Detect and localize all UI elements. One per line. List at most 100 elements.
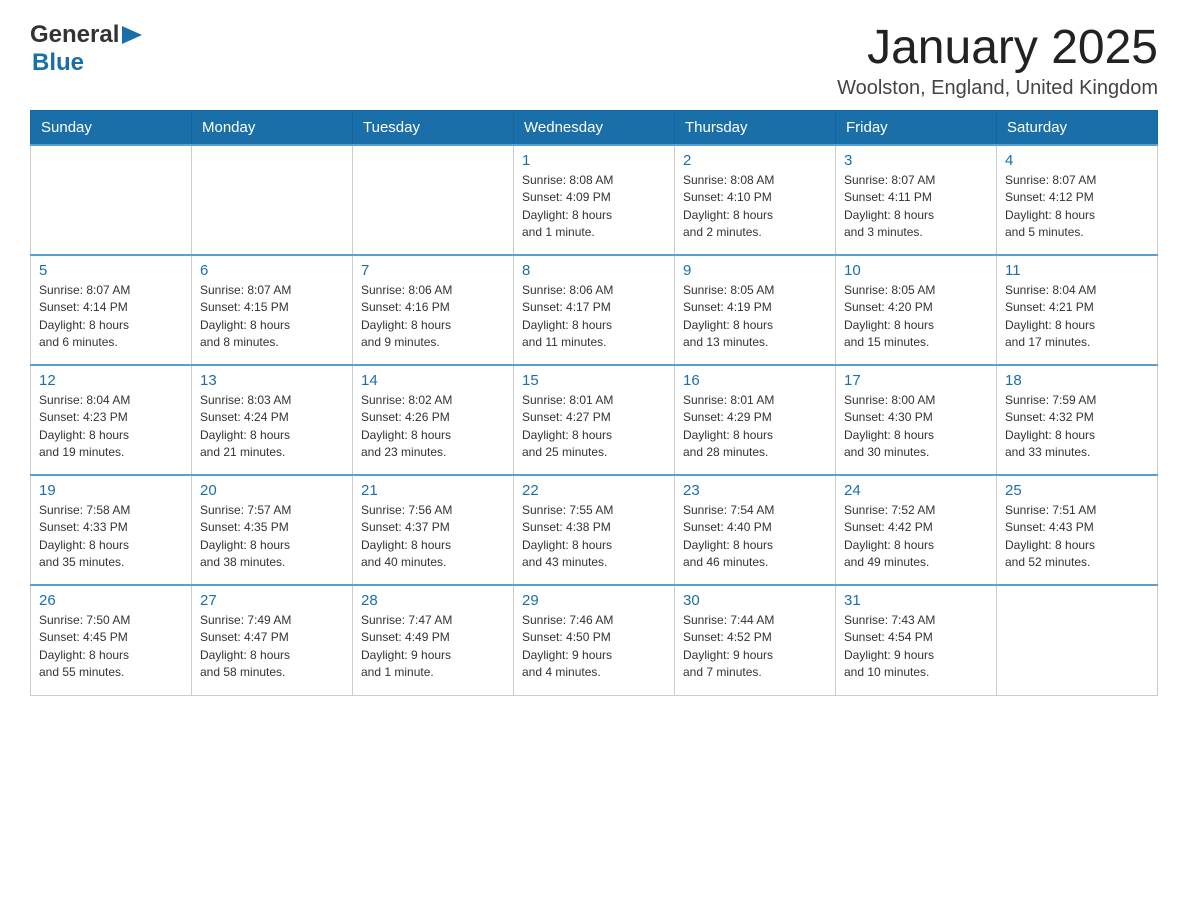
day-info: Sunrise: 8:02 AM Sunset: 4:26 PM Dayligh… [361, 392, 505, 462]
day-info: Sunrise: 8:01 AM Sunset: 4:29 PM Dayligh… [683, 392, 827, 462]
day-info: Sunrise: 8:05 AM Sunset: 4:19 PM Dayligh… [683, 282, 827, 352]
day-info: Sunrise: 8:06 AM Sunset: 4:16 PM Dayligh… [361, 282, 505, 352]
day-number: 27 [200, 592, 344, 609]
calendar-week-row: 5 Sunrise: 8:07 AM Sunset: 4:14 PM Daylig… [31, 255, 1158, 365]
day-info: Sunrise: 7:57 AM Sunset: 4:35 PM Dayligh… [200, 502, 344, 572]
calendar-cell [997, 585, 1158, 695]
calendar-cell: 22 Sunrise: 7:55 AM Sunset: 4:38 PM Dayli… [514, 475, 675, 585]
calendar-cell: 12Sunrise: 8:04 AM Sunset: 4:23 PM Dayli… [31, 365, 192, 475]
day-number: 18 [1005, 372, 1149, 389]
calendar-cell: 26 Sunrise: 7:50 AM Sunset: 4:45 PM Dayli… [31, 585, 192, 695]
day-info: Sunrise: 7:43 AM Sunset: 4:54 PM Dayligh… [844, 612, 988, 682]
calendar-day-header: Sunday [31, 111, 192, 146]
day-info: Sunrise: 8:00 AM Sunset: 4:30 PM Dayligh… [844, 392, 988, 462]
calendar-cell: 24 Sunrise: 7:52 AM Sunset: 4:42 PM Dayli… [836, 475, 997, 585]
calendar-cell: 17 Sunrise: 8:00 AM Sunset: 4:30 PM Dayli… [836, 365, 997, 475]
day-info: Sunrise: 8:07 AM Sunset: 4:14 PM Dayligh… [39, 282, 183, 352]
page-header: General Blue January 2025 Woolston, Engl… [30, 20, 1158, 100]
day-info: Sunrise: 8:04 AM Sunset: 4:21 PM Dayligh… [1005, 282, 1149, 352]
day-info: Sunrise: 7:44 AM Sunset: 4:52 PM Dayligh… [683, 612, 827, 682]
calendar-cell: 15 Sunrise: 8:01 AM Sunset: 4:27 PM Dayli… [514, 365, 675, 475]
day-number: 26 [39, 592, 183, 609]
calendar-cell: 19Sunrise: 7:58 AM Sunset: 4:33 PM Dayli… [31, 475, 192, 585]
day-info: Sunrise: 7:46 AM Sunset: 4:50 PM Dayligh… [522, 612, 666, 682]
day-info: Sunrise: 8:01 AM Sunset: 4:27 PM Dayligh… [522, 392, 666, 462]
calendar-table: SundayMondayTuesdayWednesdayThursdayFrid… [30, 110, 1158, 696]
day-number: 3 [844, 152, 988, 169]
day-number: 15 [522, 372, 666, 389]
calendar-cell: 20 Sunrise: 7:57 AM Sunset: 4:35 PM Dayli… [192, 475, 353, 585]
calendar-cell: 13 Sunrise: 8:03 AM Sunset: 4:24 PM Dayli… [192, 365, 353, 475]
logo-blue-text: Blue [32, 49, 84, 76]
day-number: 20 [200, 482, 344, 499]
location-text: Woolston, England, United Kingdom [837, 77, 1158, 100]
day-info: Sunrise: 7:47 AM Sunset: 4:49 PM Dayligh… [361, 612, 505, 682]
day-number: 28 [361, 592, 505, 609]
calendar-week-row: 1Sunrise: 8:08 AM Sunset: 4:09 PM Daylig… [31, 145, 1158, 255]
calendar-cell: 30 Sunrise: 7:44 AM Sunset: 4:52 PM Dayli… [675, 585, 836, 695]
day-number: 10 [844, 262, 988, 279]
day-number: 1 [522, 152, 666, 169]
day-number: 23 [683, 482, 827, 499]
calendar-cell: 23Sunrise: 7:54 AM Sunset: 4:40 PM Dayli… [675, 475, 836, 585]
day-info: Sunrise: 8:08 AM Sunset: 4:10 PM Dayligh… [683, 172, 827, 242]
calendar-cell: 5 Sunrise: 8:07 AM Sunset: 4:14 PM Daylig… [31, 255, 192, 365]
calendar-cell: 25 Sunrise: 7:51 AM Sunset: 4:43 PM Dayli… [997, 475, 1158, 585]
day-number: 4 [1005, 152, 1149, 169]
calendar-cell: 6Sunrise: 8:07 AM Sunset: 4:15 PM Daylig… [192, 255, 353, 365]
calendar-header-row: SundayMondayTuesdayWednesdayThursdayFrid… [31, 111, 1158, 146]
day-info: Sunrise: 8:05 AM Sunset: 4:20 PM Dayligh… [844, 282, 988, 352]
calendar-cell [192, 145, 353, 255]
calendar-day-header: Tuesday [353, 111, 514, 146]
calendar-week-row: 19Sunrise: 7:58 AM Sunset: 4:33 PM Dayli… [31, 475, 1158, 585]
day-number: 13 [200, 372, 344, 389]
calendar-cell: 27 Sunrise: 7:49 AM Sunset: 4:47 PM Dayli… [192, 585, 353, 695]
day-number: 8 [522, 262, 666, 279]
calendar-cell: 7 Sunrise: 8:06 AM Sunset: 4:16 PM Daylig… [353, 255, 514, 365]
calendar-cell: 21Sunrise: 7:56 AM Sunset: 4:37 PM Dayli… [353, 475, 514, 585]
calendar-cell: 2 Sunrise: 8:08 AM Sunset: 4:10 PM Daylig… [675, 145, 836, 255]
calendar-cell: 18 Sunrise: 7:59 AM Sunset: 4:32 PM Dayli… [997, 365, 1158, 475]
day-info: Sunrise: 8:07 AM Sunset: 4:12 PM Dayligh… [1005, 172, 1149, 242]
day-info: Sunrise: 7:50 AM Sunset: 4:45 PM Dayligh… [39, 612, 183, 682]
day-info: Sunrise: 8:07 AM Sunset: 4:11 PM Dayligh… [844, 172, 988, 242]
calendar-day-header: Monday [192, 111, 353, 146]
day-number: 17 [844, 372, 988, 389]
day-info: Sunrise: 7:51 AM Sunset: 4:43 PM Dayligh… [1005, 502, 1149, 572]
day-number: 30 [683, 592, 827, 609]
month-title: January 2025 [837, 20, 1158, 75]
logo-arrow-icon [122, 26, 142, 49]
day-number: 22 [522, 482, 666, 499]
calendar-day-header: Saturday [997, 111, 1158, 146]
calendar-week-row: 12Sunrise: 8:04 AM Sunset: 4:23 PM Dayli… [31, 365, 1158, 475]
day-info: Sunrise: 7:52 AM Sunset: 4:42 PM Dayligh… [844, 502, 988, 572]
calendar-day-header: Friday [836, 111, 997, 146]
day-number: 24 [844, 482, 988, 499]
title-block: January 2025 Woolston, England, United K… [837, 20, 1158, 100]
day-number: 7 [361, 262, 505, 279]
day-number: 2 [683, 152, 827, 169]
logo-general-text: General [30, 21, 119, 49]
calendar-cell: 10 Sunrise: 8:05 AM Sunset: 4:20 PM Dayli… [836, 255, 997, 365]
calendar-cell: 11 Sunrise: 8:04 AM Sunset: 4:21 PM Dayli… [997, 255, 1158, 365]
day-number: 6 [200, 262, 344, 279]
day-number: 5 [39, 262, 183, 279]
day-number: 11 [1005, 262, 1149, 279]
day-info: Sunrise: 7:55 AM Sunset: 4:38 PM Dayligh… [522, 502, 666, 572]
day-number: 31 [844, 592, 988, 609]
day-number: 25 [1005, 482, 1149, 499]
day-number: 14 [361, 372, 505, 389]
calendar-day-header: Wednesday [514, 111, 675, 146]
calendar-week-row: 26 Sunrise: 7:50 AM Sunset: 4:45 PM Dayli… [31, 585, 1158, 695]
day-info: Sunrise: 7:59 AM Sunset: 4:32 PM Dayligh… [1005, 392, 1149, 462]
day-info: Sunrise: 7:58 AM Sunset: 4:33 PM Dayligh… [39, 502, 183, 572]
calendar-day-header: Thursday [675, 111, 836, 146]
calendar-cell: 9 Sunrise: 8:05 AM Sunset: 4:19 PM Daylig… [675, 255, 836, 365]
day-number: 9 [683, 262, 827, 279]
day-info: Sunrise: 7:49 AM Sunset: 4:47 PM Dayligh… [200, 612, 344, 682]
day-info: Sunrise: 8:03 AM Sunset: 4:24 PM Dayligh… [200, 392, 344, 462]
day-info: Sunrise: 8:06 AM Sunset: 4:17 PM Dayligh… [522, 282, 666, 352]
calendar-cell: 16Sunrise: 8:01 AM Sunset: 4:29 PM Dayli… [675, 365, 836, 475]
calendar-cell: 3 Sunrise: 8:07 AM Sunset: 4:11 PM Daylig… [836, 145, 997, 255]
calendar-cell: 29Sunrise: 7:46 AM Sunset: 4:50 PM Dayli… [514, 585, 675, 695]
